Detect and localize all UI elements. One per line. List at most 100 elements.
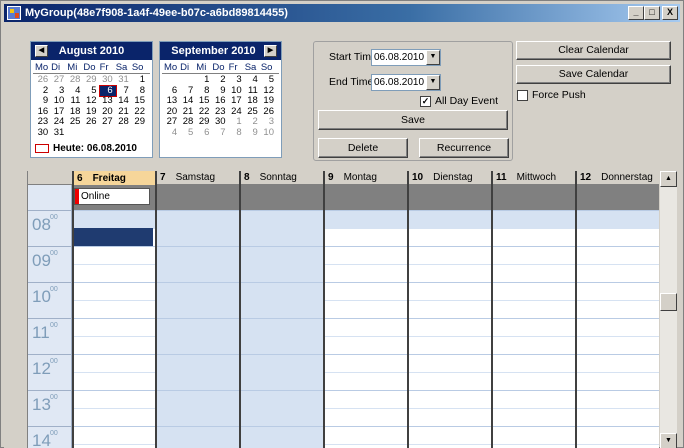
calendar-day[interactable]: 5: [261, 74, 277, 86]
time-slot[interactable]: [409, 408, 491, 426]
time-slot[interactable]: [493, 246, 575, 264]
time-slot[interactable]: [241, 246, 323, 264]
time-slot[interactable]: [325, 426, 407, 444]
time-slot[interactable]: [577, 300, 659, 318]
calendar-day[interactable]: 31: [116, 74, 132, 86]
time-slot[interactable]: [325, 228, 407, 246]
scroll-down-icon[interactable]: ▼: [660, 433, 677, 448]
calendar-day[interactable]: 18: [245, 95, 261, 107]
clear-calendar-button[interactable]: Clear Calendar: [516, 41, 671, 60]
time-slot[interactable]: [157, 246, 239, 264]
time-slot[interactable]: [493, 264, 575, 282]
time-slot[interactable]: [409, 264, 491, 282]
time-slot[interactable]: [241, 318, 323, 336]
time-slot[interactable]: [241, 210, 323, 228]
calendar-day[interactable]: 14: [116, 95, 132, 107]
time-slot[interactable]: [409, 372, 491, 390]
checkmark-icon[interactable]: ✓: [420, 95, 431, 107]
time-slot[interactable]: [409, 390, 491, 408]
time-slot[interactable]: [577, 408, 659, 426]
calendar-day[interactable]: 4: [245, 74, 261, 86]
time-slot[interactable]: [409, 444, 491, 448]
calendar-day[interactable]: 17: [229, 95, 245, 107]
calendar-day[interactable]: 30: [212, 116, 228, 128]
time-slot[interactable]: [157, 300, 239, 318]
time-slot[interactable]: [157, 210, 239, 228]
day-header-donnerstag[interactable]: 12 Donnerstag: [575, 171, 659, 185]
time-slot[interactable]: [241, 444, 323, 448]
calendar-day[interactable]: 30: [35, 127, 51, 139]
time-slot[interactable]: [493, 444, 575, 448]
time-slot[interactable]: [74, 282, 155, 300]
calendar-day[interactable]: 6: [196, 127, 212, 139]
time-slot[interactable]: [241, 390, 323, 408]
time-slot[interactable]: [325, 444, 407, 448]
time-slot[interactable]: [74, 408, 155, 426]
time-slot[interactable]: [325, 318, 407, 336]
scroll-thumb[interactable]: [660, 293, 677, 311]
time-slot[interactable]: [493, 228, 575, 246]
time-slot[interactable]: [325, 300, 407, 318]
time-slot[interactable]: [241, 300, 323, 318]
time-slot[interactable]: [409, 426, 491, 444]
calendar-day[interactable]: 15: [196, 95, 212, 107]
time-slot[interactable]: [325, 354, 407, 372]
day-header-mittwoch[interactable]: 11 Mittwoch: [491, 171, 575, 185]
calendar-day[interactable]: 3: [229, 74, 245, 86]
calendar-day[interactable]: 26: [35, 74, 51, 86]
day-header-samstag[interactable]: 7 Samstag: [155, 171, 239, 185]
time-slot[interactable]: [577, 372, 659, 390]
day-column-donnerstag[interactable]: [577, 210, 659, 448]
day-column-samstag[interactable]: [157, 210, 239, 448]
time-slot[interactable]: [493, 336, 575, 354]
time-slot[interactable]: [157, 336, 239, 354]
calendar-day[interactable]: 11: [67, 95, 83, 107]
calendar-day[interactable]: 26: [83, 116, 99, 128]
time-slot[interactable]: [577, 426, 659, 444]
day-column-montag[interactable]: [325, 210, 407, 448]
vertical-scrollbar[interactable]: ▲ ▼: [660, 171, 677, 448]
all-day-checkbox[interactable]: ✓ All Day Event: [420, 95, 498, 107]
time-slot[interactable]: [241, 372, 323, 390]
time-slot[interactable]: [241, 354, 323, 372]
calendar-day[interactable]: 15: [132, 95, 148, 107]
calendar-day[interactable]: 25: [67, 116, 83, 128]
time-slot[interactable]: [409, 228, 491, 246]
time-slot[interactable]: [157, 390, 239, 408]
time-slot[interactable]: [409, 282, 491, 300]
time-slot[interactable]: [157, 282, 239, 300]
calendar-day[interactable]: 29: [196, 116, 212, 128]
save-calendar-button[interactable]: Save Calendar: [516, 65, 671, 84]
calendar-day[interactable]: 7: [212, 127, 228, 139]
calendar-day[interactable]: 10: [51, 95, 67, 107]
calendar-day[interactable]: 14: [180, 95, 196, 107]
time-slot[interactable]: [493, 390, 575, 408]
maximize-button[interactable]: □: [644, 6, 660, 20]
calendar-day[interactable]: 27: [100, 116, 116, 128]
calendar-day[interactable]: 28: [116, 116, 132, 128]
calendar-day[interactable]: 3: [261, 116, 277, 128]
calendar-day[interactable]: 9: [245, 127, 261, 139]
time-slot[interactable]: [577, 390, 659, 408]
today-link[interactable]: Heute: 06.08.2010: [35, 143, 137, 154]
calendar-day[interactable]: 13: [100, 95, 116, 107]
time-slot[interactable]: [577, 444, 659, 448]
time-slot[interactable]: [157, 444, 239, 448]
time-slot[interactable]: [74, 336, 155, 354]
time-slot[interactable]: [157, 264, 239, 282]
time-slot[interactable]: [157, 318, 239, 336]
time-slot[interactable]: [577, 210, 659, 228]
calendar-day[interactable]: 16: [212, 95, 228, 107]
time-slot[interactable]: [157, 354, 239, 372]
time-slot[interactable]: [157, 372, 239, 390]
calendar-day[interactable]: 28: [180, 116, 196, 128]
day-header-montag[interactable]: 9 Montag: [323, 171, 407, 185]
scroll-up-icon[interactable]: ▲: [660, 171, 677, 187]
time-slot[interactable]: [577, 354, 659, 372]
calendar-day[interactable]: 28: [67, 74, 83, 86]
event-online[interactable]: Online: [74, 188, 150, 205]
time-slot[interactable]: [74, 300, 155, 318]
time-slot[interactable]: [577, 282, 659, 300]
time-slot[interactable]: [325, 390, 407, 408]
calendar-day[interactable]: 1: [196, 74, 212, 86]
